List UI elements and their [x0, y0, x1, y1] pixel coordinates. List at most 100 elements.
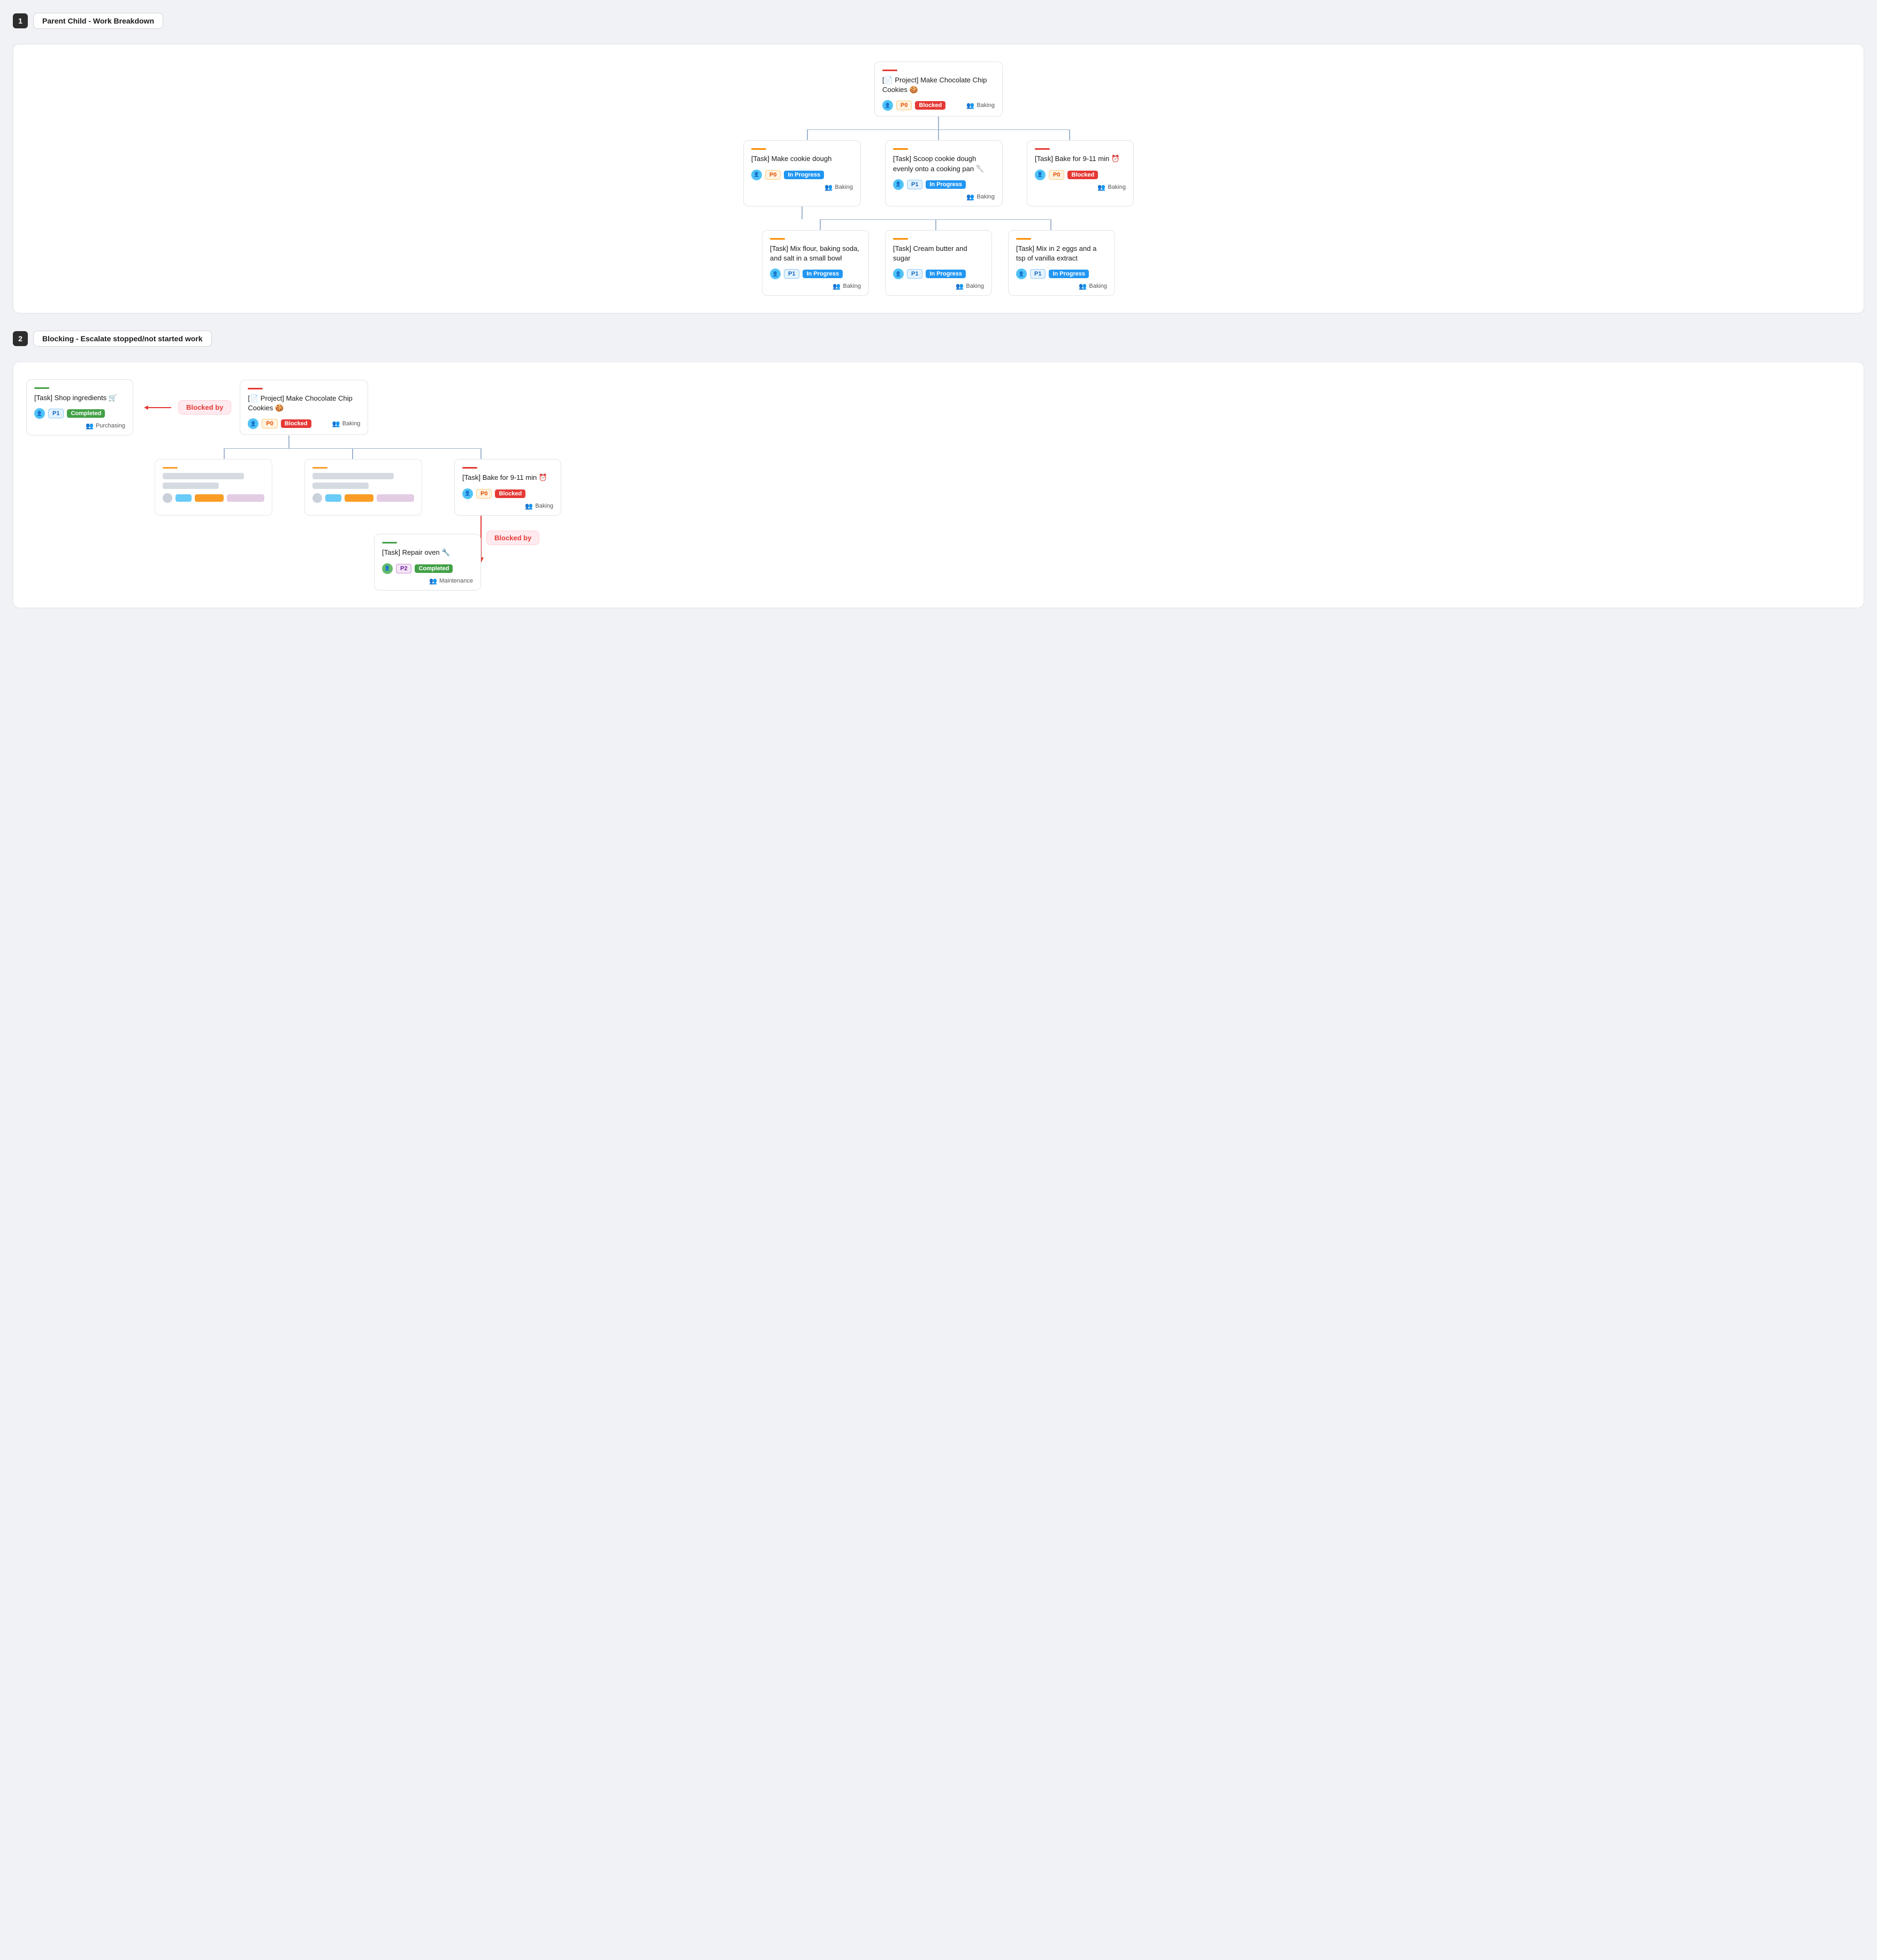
bottom-card-0[interactable]: [Task] Mix flour, baking soda, and salt … — [762, 230, 869, 296]
bottom-avatar-0: 👤 — [770, 269, 781, 279]
root-team-icon: 👥 — [966, 102, 974, 109]
mid-title-2: [Task] Bake for 9-11 min ⏰ — [1035, 154, 1126, 164]
mid-card-0[interactable]: [Task] Make cookie dough 👤 P0 In Progres… — [743, 140, 861, 206]
bottom-title-1: [Task] Cream butter and sugar — [893, 244, 984, 263]
section-1: 1 Parent Child - Work Breakdown [📄 Proje… — [13, 13, 1864, 313]
section-1-number: 1 — [13, 13, 28, 28]
h-connector-bottom-svg — [762, 219, 1115, 230]
bottom-footer-2: 👤 P1 In Progress 👥 Baking — [1016, 269, 1107, 290]
shop-footer: 👤 P1 Completed 👥 Purchasing — [34, 408, 125, 430]
mid-footer-1: 👤 P1 In Progress 👥 Baking — [893, 179, 995, 201]
blurred-2-team — [377, 494, 414, 502]
bottom-priority-1: P1 — [907, 269, 922, 279]
connector-mid-bottom — [743, 206, 1134, 219]
bottom-avatar-1: 👤 — [893, 269, 904, 279]
root-priority: P0 — [896, 101, 912, 110]
repair-footer: 👤 P2 Completed 👥 Maintenance — [382, 563, 473, 585]
shop-team-label: Purchasing — [96, 423, 125, 429]
mid-team-icon-0: 👥 — [825, 183, 833, 191]
bottom-team-1: 👥 Baking — [956, 282, 984, 290]
section-2-diagram: [Task] Shop ingredients 🛒 👤 P1 Completed… — [13, 362, 1864, 608]
repair-priority: P2 — [396, 564, 411, 573]
arrow-left-svg — [142, 402, 174, 413]
bottom-accent-0 — [770, 238, 785, 240]
blurred-1-team — [227, 494, 264, 502]
blocked-by-label-1: Blocked by — [178, 400, 231, 415]
bake-footer: 👤 P0 Blocked 👥 Baking — [462, 488, 553, 510]
blurred-1-badge1 — [176, 494, 192, 502]
bottom-title-0: [Task] Mix flour, baking soda, and salt … — [770, 244, 861, 263]
bottom-team-0: 👥 Baking — [833, 282, 861, 290]
root-team: 👥 Baking — [966, 102, 995, 109]
mid-team-label-2: Baking — [1108, 184, 1126, 190]
mid-status-0: In Progress — [784, 171, 824, 179]
bottom-team-label-2: Baking — [1089, 283, 1107, 289]
root-card-wrap: [📄 Project] Make Chocolate Chip Cookies … — [874, 62, 1003, 117]
shop-title: [Task] Shop ingredients 🛒 — [34, 393, 125, 403]
blurred-1-dot — [163, 493, 172, 503]
bake-team: 👥 Baking — [525, 502, 553, 510]
bake-card[interactable]: [Task] Bake for 9-11 min ⏰ 👤 P0 Blocked … — [454, 459, 561, 515]
s2-root-team-icon: 👥 — [332, 420, 340, 427]
mid-card-1[interactable]: [Task] Scoop cookie dough evenly onto a … — [885, 140, 1003, 206]
root-card[interactable]: [📄 Project] Make Chocolate Chip Cookies … — [874, 62, 1003, 117]
bottom-status-2: In Progress — [1049, 270, 1089, 278]
blurred-card-1 — [155, 459, 272, 515]
bottom-title-2: [Task] Mix in 2 eggs and a tsp of vanill… — [1016, 244, 1107, 263]
shop-avatar: 👤 — [34, 408, 45, 419]
root-team-label: Baking — [976, 102, 995, 109]
bottom-status-0: In Progress — [803, 270, 843, 278]
section-1-title: Parent Child - Work Breakdown — [33, 13, 163, 29]
mid-team-icon-2: 👥 — [1097, 183, 1105, 191]
repair-status: Completed — [415, 564, 453, 573]
blocked-by-connector-1: Blocked by — [142, 400, 231, 415]
blurred-1-badge2 — [195, 494, 224, 502]
h-connector-mid — [743, 129, 1134, 140]
bottom-card-1[interactable]: [Task] Cream butter and sugar 👤 P1 In Pr… — [885, 230, 992, 296]
s2-mid-row: [Task] Bake for 9-11 min ⏰ 👤 P0 Blocked … — [155, 459, 561, 515]
mid-card-2[interactable]: [Task] Bake for 9-11 min ⏰ 👤 P0 Blocked … — [1027, 140, 1134, 206]
s2-root-avatar: 👤 — [248, 418, 258, 429]
blocked-by-badge-2: Blocked by — [486, 531, 539, 545]
mid-team-2: 👥 Baking — [1097, 183, 1126, 191]
diagram-1-tree: [📄 Project] Make Chocolate Chip Cookies … — [26, 62, 1851, 296]
blocked-by-label-2: Blocked by — [486, 531, 539, 545]
repair-team-label: Maintenance — [439, 578, 473, 584]
mid-team-label-0: Baking — [835, 184, 853, 190]
blurred-2-accent — [312, 467, 327, 469]
blurred-2-line2 — [312, 483, 369, 489]
root-footer: 👤 P0 Blocked 👥 Baking — [882, 100, 995, 111]
bottom-team-icon-0: 👥 — [833, 282, 841, 290]
bake-team-label: Baking — [535, 503, 553, 509]
root-status: Blocked — [915, 101, 945, 110]
bottom-footer-0: 👤 P1 In Progress 👥 Baking — [770, 269, 861, 290]
mid-footer-0: 👤 P0 In Progress 👥 Baking — [751, 170, 853, 191]
mid-avatar-2: 👤 — [1035, 170, 1046, 180]
bake-priority: P0 — [476, 489, 492, 499]
blurred-card-2 — [304, 459, 422, 515]
shop-team: 👥 Purchasing — [86, 422, 125, 430]
connector-root-mid — [938, 117, 939, 129]
repair-card[interactable]: [Task] Repair oven 🔧 👤 P2 Completed 👥 Ma… — [374, 534, 481, 590]
bottom-row: [Task] Mix flour, baking soda, and salt … — [762, 230, 1115, 296]
mid-footer-2: 👤 P0 Blocked 👥 Baking — [1035, 170, 1126, 191]
bottom-footer-1: 👤 P1 In Progress 👥 Baking — [893, 269, 984, 290]
bottom-card-2[interactable]: [Task] Mix in 2 eggs and a tsp of vanill… — [1008, 230, 1115, 296]
bake-title: [Task] Bake for 9-11 min ⏰ — [462, 473, 553, 483]
h-connector-mid-svg — [743, 129, 1134, 140]
bottom-priority-2: P1 — [1030, 269, 1046, 279]
bake-accent — [462, 467, 477, 469]
shop-card[interactable]: [Task] Shop ingredients 🛒 👤 P1 Completed… — [26, 379, 133, 435]
s2-root-card[interactable]: [📄 Project] Make Chocolate Chip Cookies … — [240, 380, 368, 435]
mid-accent-2 — [1035, 148, 1050, 150]
shop-accent — [34, 387, 49, 389]
blurred-1-line1 — [163, 473, 244, 479]
repair-team: 👥 Maintenance — [429, 577, 473, 585]
bottom-accent-2 — [1016, 238, 1031, 240]
s2-h-connector-svg — [155, 448, 561, 459]
bottom-priority-0: P1 — [784, 269, 799, 279]
blurred-2-badge1 — [325, 494, 341, 502]
bottom-team-icon-1: 👥 — [956, 282, 964, 290]
mid-team-label-1: Baking — [976, 194, 995, 200]
shop-priority: P1 — [48, 409, 64, 418]
